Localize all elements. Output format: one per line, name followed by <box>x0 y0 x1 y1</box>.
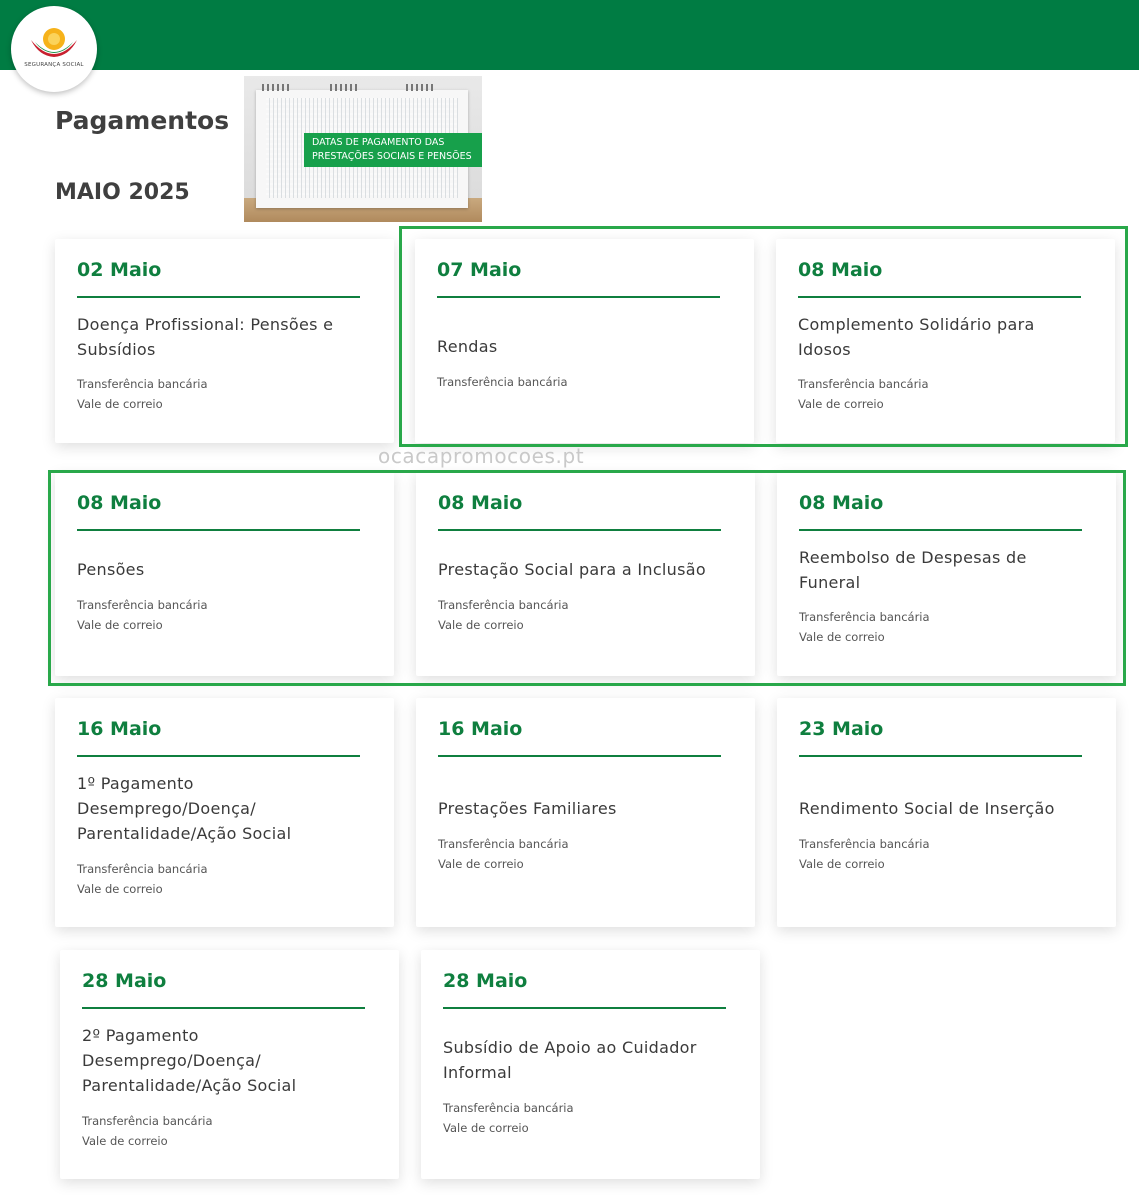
payment-methods: Transferência bancária Vale de correio <box>77 860 208 899</box>
payment-method: Transferência bancária <box>438 598 569 612</box>
calendar-image: DATAS DE PAGAMENTO DAS PRESTAÇÕES SOCIAI… <box>244 76 482 222</box>
banner-line-1: DATAS DE PAGAMENTO DAS <box>312 137 445 148</box>
payment-method: Vale de correio <box>77 617 163 632</box>
payment-method: Vale de correio <box>82 1133 168 1148</box>
seguranca-social-logo[interactable]: SEGURANÇA SOCIAL <box>11 6 97 92</box>
payment-card: 16 Maio Prestações Familiares Transferên… <box>416 698 755 927</box>
payment-method: Transferência bancária <box>82 1114 213 1128</box>
payment-name: Rendimento Social de Inserção <box>799 799 1055 818</box>
payment-method: Transferência bancária <box>799 837 930 851</box>
payment-method: Transferência bancária <box>77 377 208 391</box>
divider <box>437 296 720 298</box>
payment-method: Vale de correio <box>798 396 884 411</box>
payment-date: 08 Maio <box>799 492 884 514</box>
payment-card: 23 Maio Rendimento Social de Inserção Tr… <box>777 698 1116 927</box>
payment-methods: Transferência bancária Vale de correio <box>799 835 930 874</box>
payment-name: Prestação Social para a Inclusão <box>438 560 706 579</box>
payment-methods: Transferência bancária Vale de correio <box>443 1099 574 1138</box>
payment-methods: Transferência bancária Vale de correio <box>77 596 208 635</box>
payment-name: Prestações Familiares <box>438 799 617 818</box>
payment-methods: Transferência bancária Vale de correio <box>82 1112 213 1151</box>
payment-card: 28 Maio Subsídio de Apoio ao Cuidador In… <box>421 950 760 1179</box>
month-title: MAIO 2025 <box>55 180 190 205</box>
payment-methods: Transferência bancária <box>437 373 568 393</box>
page-title: Pagamentos <box>55 106 230 135</box>
payment-date: 16 Maio <box>438 718 523 740</box>
payment-date: 08 Maio <box>77 492 162 514</box>
payment-method: Transferência bancária <box>77 598 208 612</box>
payment-method: Vale de correio <box>799 629 885 644</box>
payment-method: Vale de correio <box>438 856 524 871</box>
payment-method: Vale de correio <box>799 856 885 871</box>
payment-date: 07 Maio <box>437 259 522 281</box>
payment-name: 1º Pagamento Desemprego/Doença/ Parental… <box>77 774 292 843</box>
payment-methods: Transferência bancária Vale de correio <box>77 375 208 414</box>
payment-name: Reembolso de Despesas de Funeral <box>799 548 1027 592</box>
calendar-rings-icon <box>262 84 433 91</box>
payment-card: 08 Maio Pensões Transferência bancária V… <box>55 472 394 676</box>
payment-date: 28 Maio <box>82 970 167 992</box>
payment-date: 08 Maio <box>798 259 883 281</box>
payment-method: Transferência bancária <box>799 610 930 624</box>
payment-card: 08 Maio Complemento Solidário para Idoso… <box>776 239 1115 443</box>
payment-method: Transferência bancária <box>437 375 568 389</box>
payment-methods: Transferência bancária Vale de correio <box>438 596 569 635</box>
payment-method: Vale de correio <box>438 617 524 632</box>
payment-card: 07 Maio Rendas Transferência bancária <box>415 239 754 443</box>
seguranca-social-logo-icon <box>31 28 77 57</box>
top-bar <box>0 0 1139 70</box>
payment-method: Transferência bancária <box>443 1101 574 1115</box>
payment-name: 2º Pagamento Desemprego/Doença/ Parental… <box>82 1026 297 1095</box>
divider <box>438 529 721 531</box>
payment-name: Doença Profissional: Pensões e Subsídios <box>77 315 334 359</box>
payment-card: 08 Maio Prestação Social para a Inclusão… <box>416 472 755 676</box>
calendar-banner: DATAS DE PAGAMENTO DAS PRESTAÇÕES SOCIAI… <box>304 133 482 167</box>
payment-method: Vale de correio <box>443 1120 529 1135</box>
payment-method: Transferência bancária <box>798 377 929 391</box>
payment-card: 02 Maio Doença Profissional: Pensões e S… <box>55 239 394 443</box>
logo-text: SEGURANÇA SOCIAL <box>24 62 84 68</box>
payment-card: 28 Maio 2º Pagamento Desemprego/Doença/ … <box>60 950 399 1179</box>
payment-name: Pensões <box>77 560 145 579</box>
payment-name: Subsídio de Apoio ao Cuidador Informal <box>443 1038 697 1082</box>
banner-line-2: PRESTAÇÕES SOCIAIS E PENSÕES <box>312 151 472 162</box>
payment-date: 28 Maio <box>443 970 528 992</box>
payment-name: Rendas <box>437 337 498 356</box>
watermark-text: ocacapromocoes.pt <box>378 444 585 468</box>
divider <box>438 755 721 757</box>
divider <box>443 1007 726 1009</box>
divider <box>799 529 1082 531</box>
divider <box>798 296 1081 298</box>
payment-date: 08 Maio <box>438 492 523 514</box>
payment-date: 16 Maio <box>77 718 162 740</box>
payment-methods: Transferência bancária Vale de correio <box>798 375 929 414</box>
divider <box>77 529 360 531</box>
divider <box>77 296 360 298</box>
payment-card: 16 Maio 1º Pagamento Desemprego/Doença/ … <box>55 698 394 927</box>
divider <box>77 755 360 757</box>
payment-method: Vale de correio <box>77 881 163 896</box>
divider <box>799 755 1082 757</box>
payment-name: Complemento Solidário para Idosos <box>798 315 1035 359</box>
payment-method: Vale de correio <box>77 396 163 411</box>
payment-methods: Transferência bancária Vale de correio <box>438 835 569 874</box>
payment-card: 08 Maio Reembolso de Despesas de Funeral… <box>777 472 1116 676</box>
payment-method: Transferência bancária <box>77 862 208 876</box>
payment-method: Transferência bancária <box>438 837 569 851</box>
divider <box>82 1007 365 1009</box>
payment-date: 23 Maio <box>799 718 884 740</box>
payment-methods: Transferência bancária Vale de correio <box>799 608 930 647</box>
payment-date: 02 Maio <box>77 259 162 281</box>
